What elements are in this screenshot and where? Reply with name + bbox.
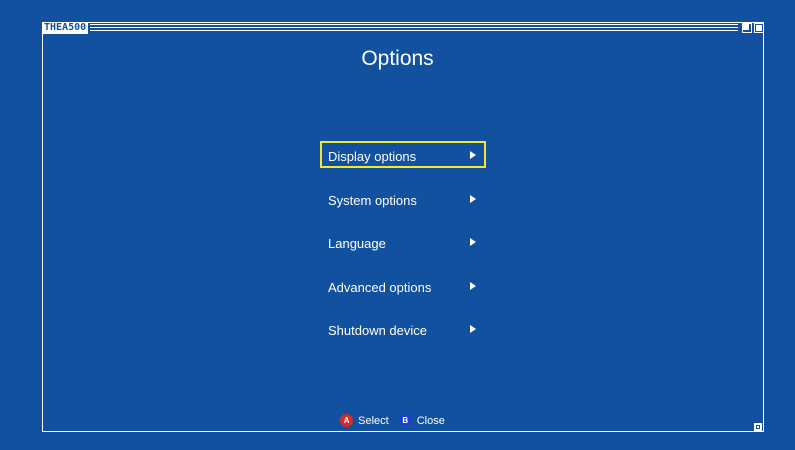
select-hint[interactable]: Select xyxy=(358,415,389,427)
menu-item-label: Display options xyxy=(328,149,417,164)
a-button-icon: A xyxy=(340,414,354,427)
page-title: Options xyxy=(361,47,434,70)
menu-item-advanced-options[interactable]: Advanced options xyxy=(320,272,486,299)
menu-item-system-options[interactable]: System options xyxy=(320,185,486,212)
title-bar-stripes xyxy=(90,22,738,34)
maximize-icon[interactable] xyxy=(754,23,764,33)
chevron-right-icon xyxy=(470,151,476,159)
menu-item-label: System options xyxy=(328,192,417,208)
chevron-right-icon xyxy=(470,281,476,290)
menu-item-label: Shutdown device xyxy=(328,323,428,338)
window-title: THEA500 xyxy=(42,22,89,34)
close-hint[interactable]: Close xyxy=(417,415,445,427)
menu-item-language[interactable]: Language xyxy=(320,228,486,255)
menu-item-display-options[interactable]: Display options xyxy=(320,141,486,168)
menu-item-label: Advanced options xyxy=(328,279,432,295)
menu-item-label: Language xyxy=(328,236,386,251)
chevron-right-icon xyxy=(470,325,476,333)
minimize-icon[interactable] xyxy=(742,23,752,33)
button-hints: A Select B Close xyxy=(0,414,795,427)
resize-grip-icon[interactable] xyxy=(754,423,762,431)
chevron-right-icon xyxy=(470,238,476,246)
menu-item-shutdown-device[interactable]: Shutdown device xyxy=(320,315,486,342)
b-button-icon: B xyxy=(398,414,412,427)
chevron-right-icon xyxy=(470,194,476,203)
options-menu: Display options System options Language … xyxy=(320,141,486,359)
title-bar: THEA500 xyxy=(42,22,764,34)
